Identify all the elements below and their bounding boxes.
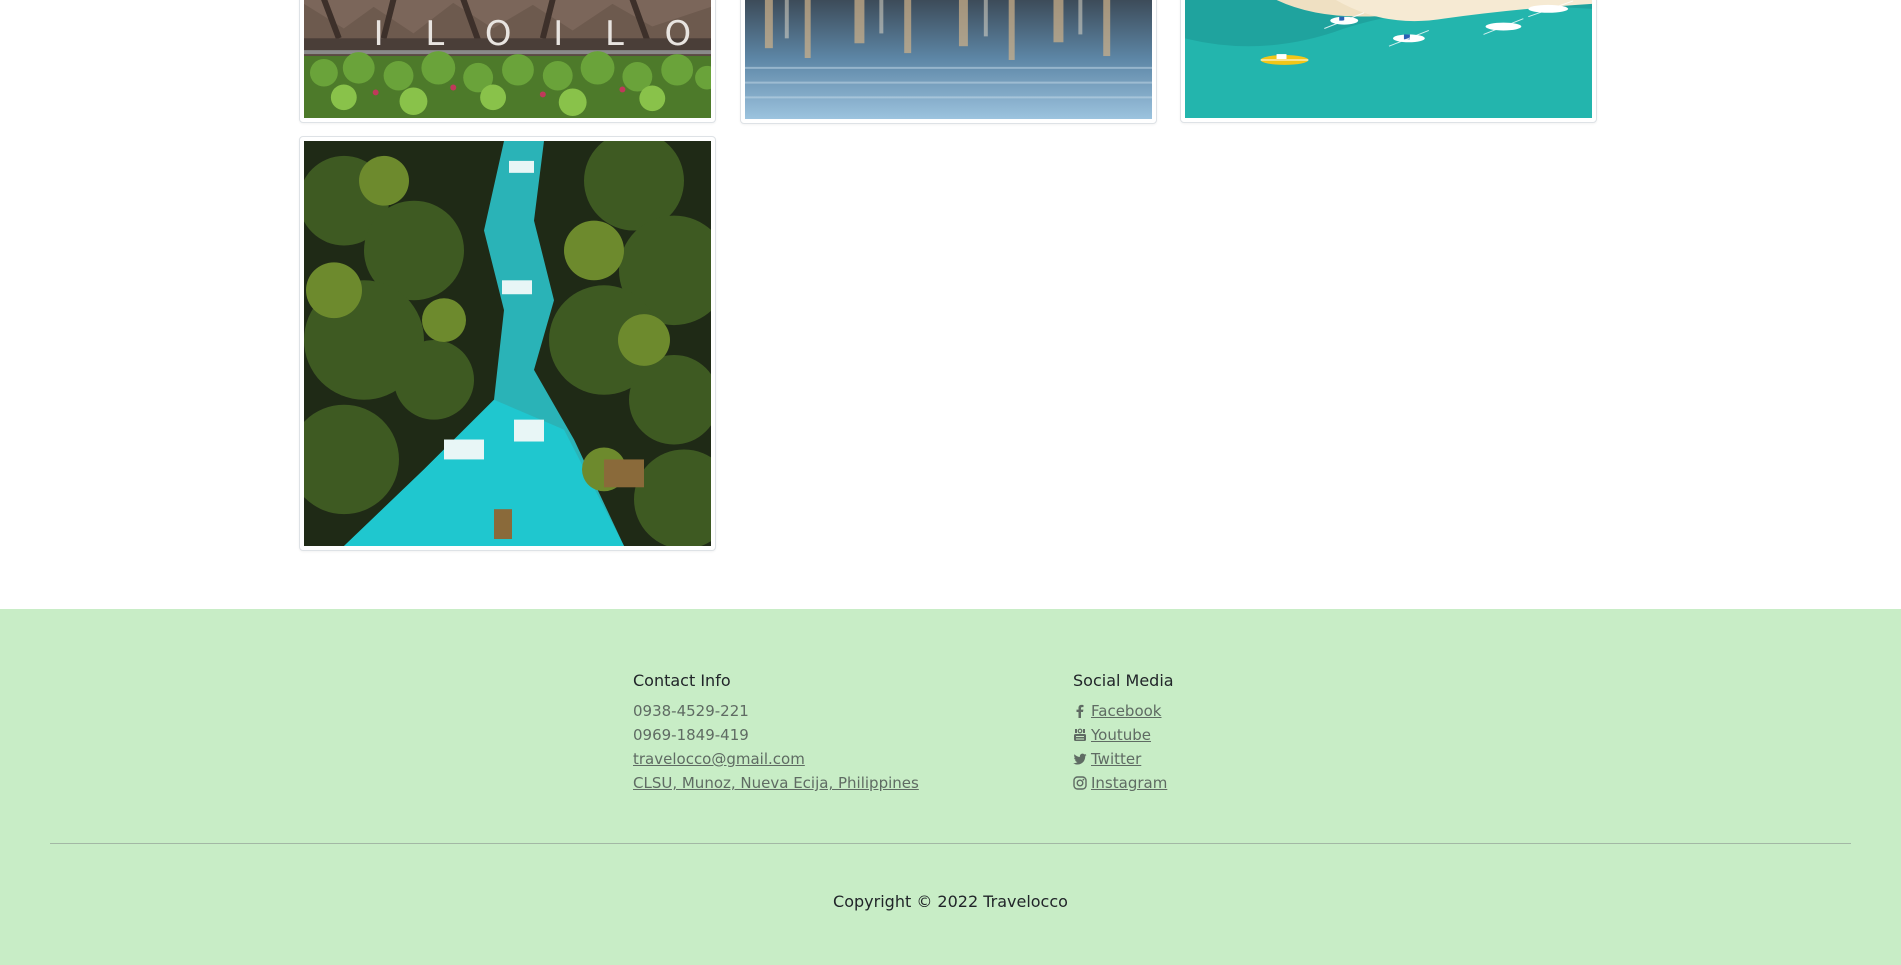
instagram-icon	[1073, 776, 1087, 790]
phone-number-2: 0969-1849-419	[633, 726, 749, 744]
email-link[interactable]: travelocco@gmail.com	[633, 750, 805, 768]
social-media-heading: Social Media	[1073, 671, 1174, 690]
iloilo-sign-image: ILOILO	[304, 0, 711, 118]
gallery-photo-iloilo-sign[interactable]: ILOILO	[299, 0, 716, 123]
site-footer: Contact Info 0938-4529-221 0969-1849-419…	[0, 609, 1901, 965]
facebook-link[interactable]: Facebook	[1091, 702, 1161, 720]
waterfall-image	[304, 141, 711, 546]
instagram-link[interactable]: Instagram	[1091, 774, 1167, 792]
address-link[interactable]: CLSU, Munoz, Nueva Ecija, Philippines	[633, 774, 919, 792]
facebook-icon	[1073, 704, 1087, 718]
contact-info-section: Contact Info 0938-4529-221 0969-1849-419…	[633, 671, 919, 795]
copyright-text: Copyright © 2022 Travelocco	[833, 892, 1068, 911]
social-item-facebook: Facebook	[1073, 699, 1174, 723]
footer-divider	[50, 843, 1851, 844]
social-media-section: Social Media Facebook Youtube Twitter In…	[1073, 671, 1174, 795]
contact-info-heading: Contact Info	[633, 671, 731, 690]
phone-number-1: 0938-4529-221	[633, 702, 749, 720]
twitter-icon	[1073, 752, 1087, 766]
city-reflection-image	[745, 0, 1152, 119]
photo-gallery: ILOILO	[0, 0, 1901, 609]
youtube-icon	[1073, 728, 1087, 742]
twitter-link[interactable]: Twitter	[1091, 750, 1141, 768]
iloilo-sign-text: ILOILO	[374, 14, 711, 53]
beach-boats-image	[1185, 0, 1592, 118]
social-item-instagram: Instagram	[1073, 771, 1174, 795]
youtube-link[interactable]: Youtube	[1091, 726, 1151, 744]
gallery-photo-city-reflection[interactable]	[740, 0, 1157, 124]
gallery-photo-waterfall[interactable]	[299, 136, 716, 551]
social-item-twitter: Twitter	[1073, 747, 1174, 771]
social-item-youtube: Youtube	[1073, 723, 1174, 747]
gallery-photo-beach-boats[interactable]	[1180, 0, 1597, 123]
